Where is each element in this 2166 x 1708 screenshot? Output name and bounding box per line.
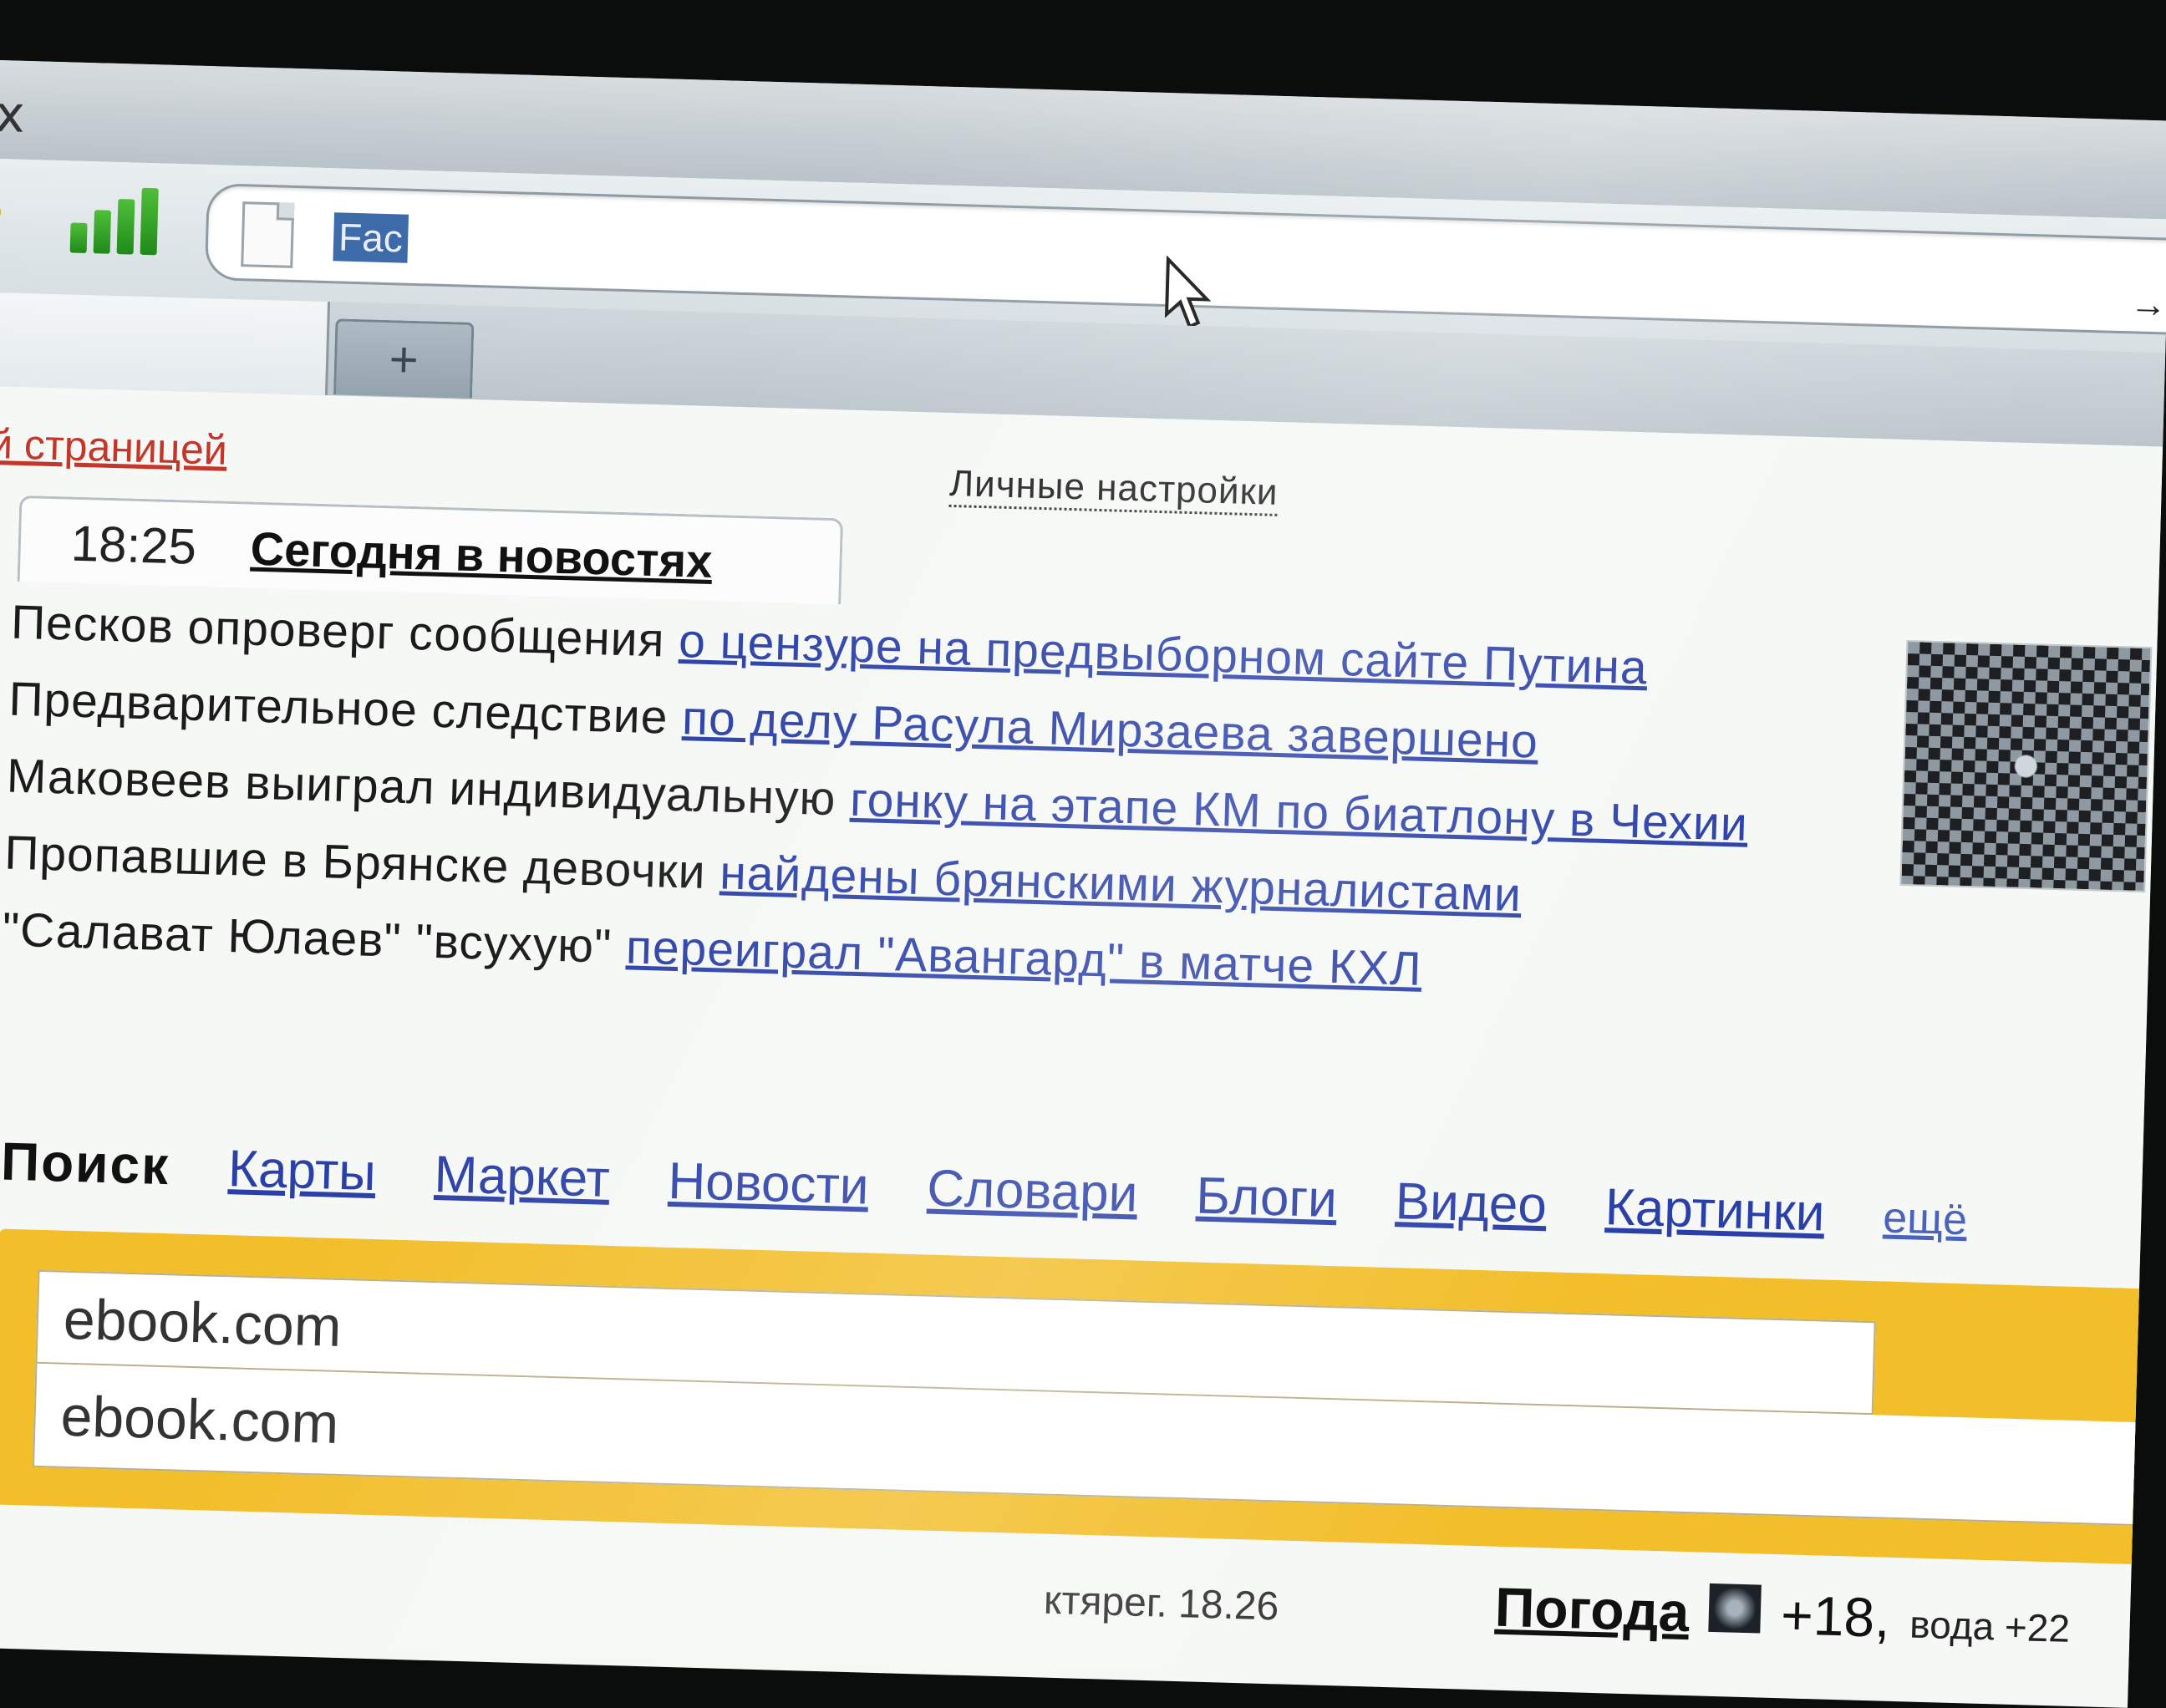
tab-active[interactable] bbox=[0, 292, 331, 396]
make-homepage-link[interactable]: й страницей bbox=[0, 419, 228, 475]
news-title-link[interactable]: Сегодня в новостях bbox=[250, 521, 713, 588]
weather-link[interactable]: Погода bbox=[1494, 1575, 1690, 1644]
news-text: Песков опроверг сообщения bbox=[10, 595, 680, 668]
footer-time: ктярег. 18.26 bbox=[1043, 1578, 1279, 1629]
service-link-blogs[interactable]: Блоги bbox=[1195, 1167, 1338, 1230]
news-text: Маковеев выиграл индивидуальную bbox=[6, 749, 852, 826]
address-input[interactable]: Fac bbox=[333, 212, 409, 263]
forward-arrow-icon[interactable]: → bbox=[2129, 283, 2166, 326]
service-link-dictionaries[interactable]: Словари bbox=[926, 1159, 1138, 1224]
news-link[interactable]: найдены брянскими журналистами bbox=[719, 846, 1523, 922]
service-link-news[interactable]: Новости bbox=[668, 1151, 870, 1217]
service-link-images[interactable]: Картинки bbox=[1604, 1177, 1826, 1243]
signal-bars-icon[interactable] bbox=[69, 186, 159, 256]
service-link-more[interactable]: ещё bbox=[1883, 1192, 1968, 1245]
weather-icon bbox=[1708, 1583, 1762, 1634]
news-link[interactable]: по делу Расула Мирзаева завершено bbox=[681, 691, 1538, 769]
new-tab-button[interactable]: + bbox=[333, 318, 475, 399]
news-text: Пропавшие в Брянске девочки bbox=[3, 826, 721, 900]
browser-window: x Fac → + й страницей Личные настройки 1… bbox=[0, 60, 2166, 1708]
service-link-video[interactable]: Видео bbox=[1395, 1172, 1548, 1235]
page-content: й страницей Личные настройки 18:25 Сегод… bbox=[0, 385, 2166, 1700]
news-link[interactable]: гонку на этапе КМ по биатлону в Чехии bbox=[849, 773, 1748, 851]
news-link[interactable]: переиграл "Авангард" в матче КХЛ bbox=[625, 920, 1422, 996]
news-image[interactable] bbox=[1899, 639, 2153, 893]
news-text: Предварительное следствие bbox=[8, 672, 684, 745]
water-temperature: вода +22 bbox=[1909, 1602, 2071, 1650]
news-list: Песков опроверг сообщения о цензуре на п… bbox=[2, 584, 1753, 1017]
mouse-cursor-icon bbox=[1164, 256, 1212, 329]
weather-widget: Погода +18, вода +22 bbox=[1494, 1575, 2071, 1655]
news-text: "Салават Юлаев" "всухую" bbox=[2, 902, 628, 974]
service-link-maps[interactable]: Карты bbox=[227, 1139, 377, 1202]
news-time: 18:25 bbox=[69, 515, 197, 575]
search-box: ebook.com ebook.com bbox=[0, 1228, 2166, 1566]
toolbar-icon[interactable] bbox=[0, 201, 2, 223]
personal-settings-link[interactable]: Личные настройки bbox=[948, 462, 1279, 516]
page-icon bbox=[241, 201, 295, 268]
close-icon[interactable]: x bbox=[0, 85, 26, 145]
service-search-label: Поиск bbox=[0, 1131, 171, 1197]
weather-temperature: +18, bbox=[1780, 1583, 1891, 1649]
services-nav: Поиск Карты Маркет Новости Словари Блоги… bbox=[0, 1131, 1968, 1248]
service-link-market[interactable]: Маркет bbox=[434, 1145, 611, 1209]
